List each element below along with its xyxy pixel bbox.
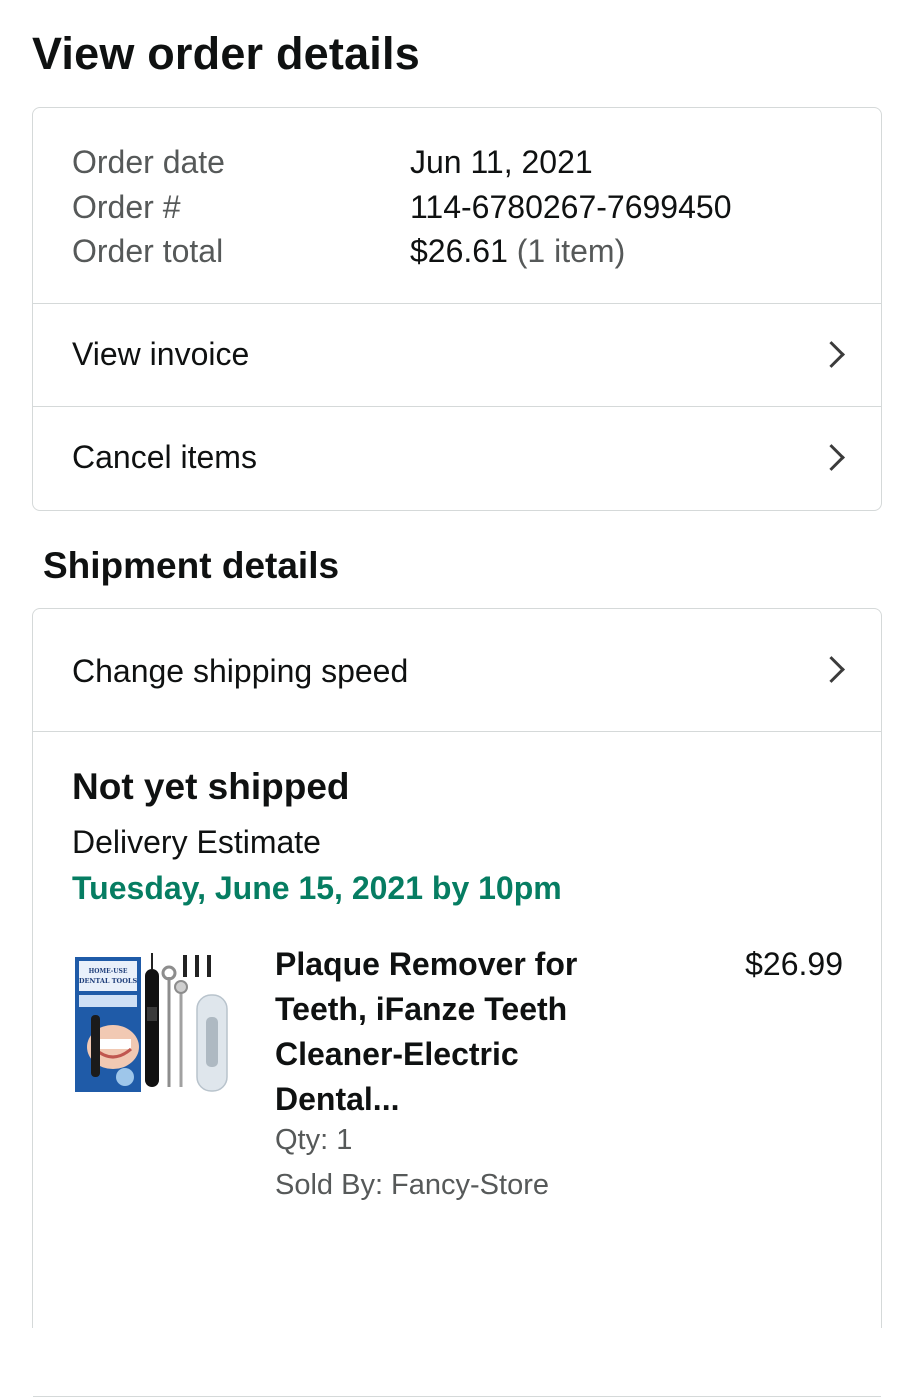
- shipment-details-heading: Shipment details: [43, 545, 340, 586]
- product-title-link[interactable]: Plaque Remover for Teeth, iFanze Teeth C…: [275, 942, 615, 1122]
- order-total-amount: $26.61: [410, 233, 508, 269]
- box-text-home-use: HOME-USE: [89, 968, 128, 975]
- change-shipping-speed-link[interactable]: Change shipping speed: [33, 609, 881, 731]
- order-total-row: Order total $26.61 (1 item): [72, 229, 861, 273]
- order-total-label: Order total: [72, 233, 224, 269]
- product-price: $26.99: [745, 946, 843, 982]
- order-summary-card: Order date Jun 11, 2021 Order # 114-6780…: [32, 107, 882, 511]
- order-number-row: Order # 114-6780267-7699450: [72, 185, 861, 229]
- order-item-count: (1 item): [516, 233, 626, 269]
- order-number-value: 114-6780267-7699450: [410, 189, 732, 225]
- product-image-art: HOME-USE DENTAL TOOLS: [75, 953, 228, 1092]
- chevron-right-icon: [818, 341, 845, 368]
- delivery-estimate-date: Tuesday, June 15, 2021 by 10pm: [72, 870, 562, 906]
- cancel-items-label: Cancel items: [72, 439, 257, 475]
- product-seller: Sold By: Fancy-Store: [275, 1169, 549, 1201]
- order-number-label: Order #: [72, 189, 181, 225]
- shipment-card: Change shipping speed Not yet shipped De…: [32, 608, 882, 1397]
- order-date-label: Order date: [72, 144, 225, 180]
- dental-tools-product-image[interactable]: HOME-USE DENTAL TOOLS: [73, 947, 231, 1097]
- box-text-dental-tools: DENTAL TOOLS: [79, 977, 138, 985]
- order-date-row: Order date Jun 11, 2021: [72, 140, 861, 184]
- change-shipping-speed-label: Change shipping speed: [72, 653, 409, 689]
- view-invoice-label: View invoice: [72, 336, 250, 372]
- order-date-value: Jun 11, 2021: [410, 144, 593, 180]
- cancel-items-link[interactable]: Cancel items: [33, 406, 881, 509]
- delivery-estimate-label: Delivery Estimate: [72, 824, 321, 860]
- chevron-right-icon: [818, 444, 845, 471]
- shipment-body: Not yet shipped Delivery Estimate Tuesda…: [33, 731, 881, 1397]
- product-quantity: Qty: 1: [275, 1124, 353, 1156]
- order-total-value: $26.61 (1 item): [410, 229, 625, 273]
- order-summary: Order date Jun 11, 2021 Order # 114-6780…: [33, 108, 881, 303]
- chevron-right-icon: [818, 656, 845, 683]
- view-invoice-link[interactable]: View invoice: [33, 303, 881, 406]
- page-title: View order details: [32, 28, 420, 79]
- shipment-status: Not yet shipped: [72, 766, 350, 807]
